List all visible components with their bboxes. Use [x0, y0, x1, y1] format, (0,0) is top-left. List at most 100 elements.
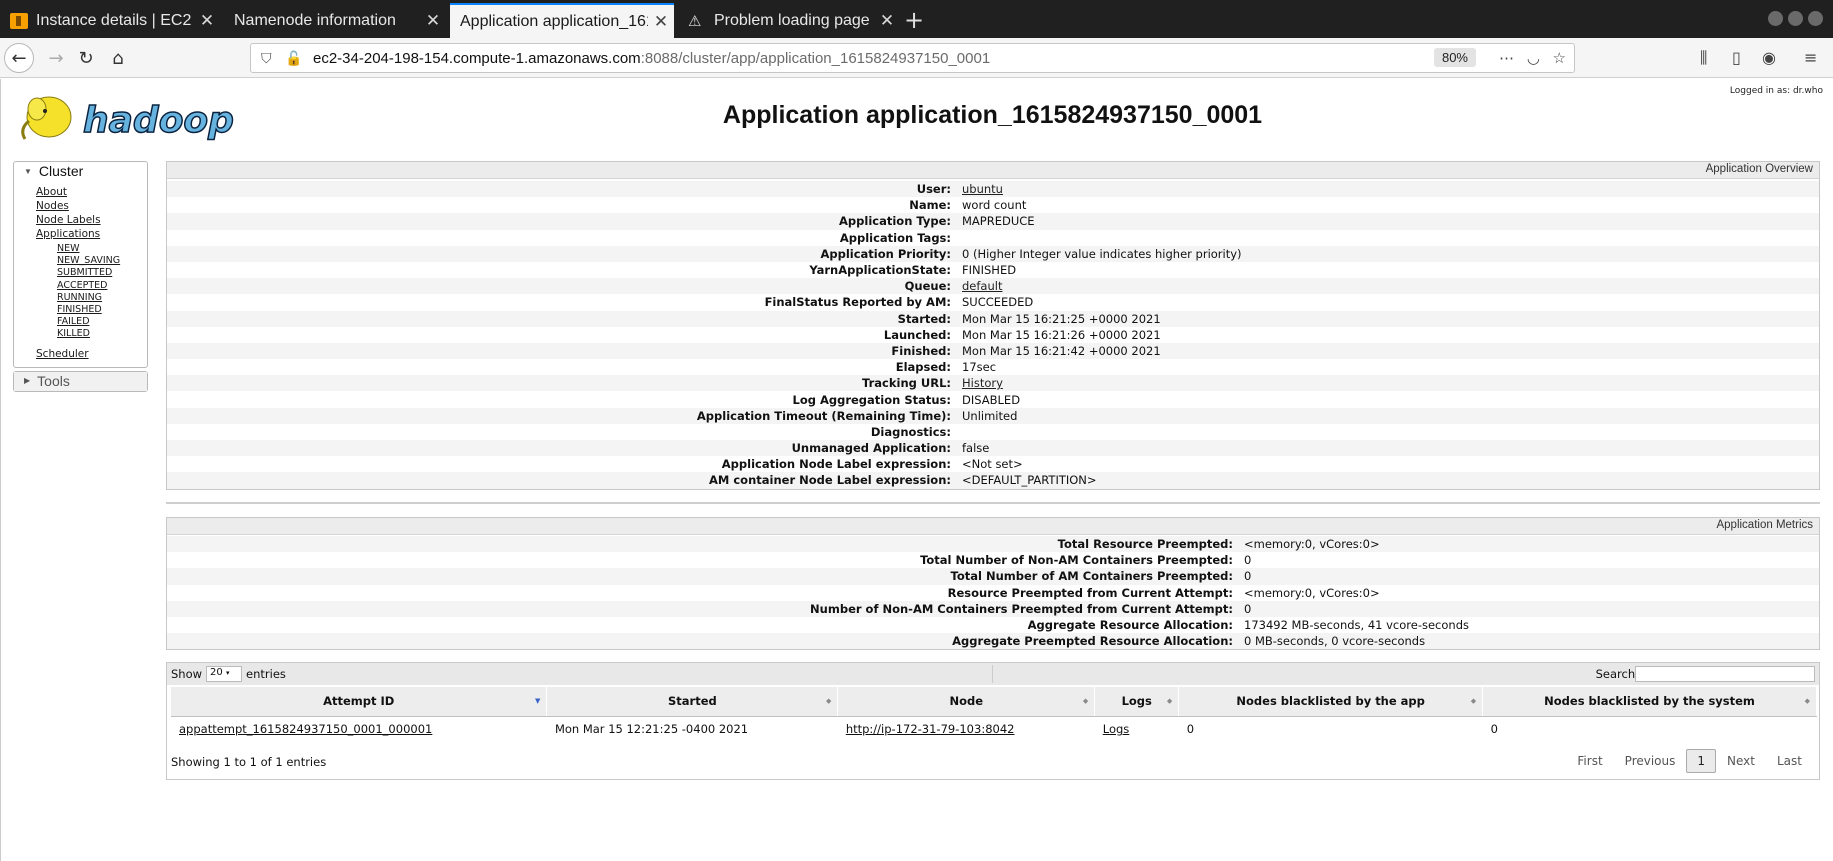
info-row: Started: Mon Mar 15 16:21:25 +0000 2021	[167, 310, 1819, 327]
reload-icon[interactable]: ↻	[72, 44, 100, 72]
info-value-link[interactable]: History	[962, 376, 1003, 390]
search-label: Search:	[1595, 667, 1639, 681]
sidebar-link-state-failed[interactable]: FAILED	[57, 316, 147, 328]
pager-previous-button[interactable]: Previous	[1614, 749, 1687, 773]
info-value: MAPREDUCE	[962, 214, 1035, 229]
sidebar-link-state-killed[interactable]: KILLED	[57, 328, 147, 340]
info-row: YarnApplicationState: FINISHED	[167, 262, 1819, 278]
sidebar-toggle-icon[interactable]: ▯	[1732, 48, 1741, 67]
info-value: 0	[1244, 553, 1252, 568]
info-row: Number of Non-AM Containers Preempted fr…	[167, 600, 1819, 617]
column-header-logs[interactable]: Logs ◆	[1094, 687, 1180, 717]
attempts-table-toolbar: Show 20 ▾ entries Search:	[167, 663, 1819, 685]
sort-icon: ◆	[1804, 697, 1810, 705]
info-value: Mon Mar 15 16:21:26 +0000 2021	[962, 327, 1161, 342]
tab-problem-loading[interactable]: ⚠ Problem loading page ✕	[678, 3, 900, 38]
info-row: AM container Node Label expression: <DEFA…	[167, 472, 1819, 489]
info-key: Launched:	[883, 327, 951, 342]
sidebar-link-state-submitted[interactable]: SUBMITTED	[57, 267, 147, 279]
aws-box-icon	[10, 12, 28, 29]
sidebar-link-state-accepted[interactable]: ACCEPTED	[57, 280, 147, 292]
column-label: Nodes blacklisted by the system	[1544, 694, 1755, 709]
close-icon[interactable]: ✕	[194, 11, 220, 31]
info-row: Aggregate Resource Allocation: 173492 MB-…	[167, 617, 1819, 633]
shield-icon[interactable]: ⛉	[261, 50, 272, 67]
menu-icon[interactable]: ≡	[1804, 48, 1817, 67]
info-key: Total Number of AM Containers Preempted:	[950, 569, 1233, 584]
tab-label: Problem loading page	[714, 11, 870, 29]
node-link[interactable]: http://ip-172-31-79-103:8042	[838, 716, 1095, 742]
nodes-blacklisted-app-cell: 0	[1186, 722, 1195, 737]
back-arrow-icon[interactable]: ←	[4, 43, 34, 73]
section-divider	[166, 502, 1820, 504]
sidebar-link-scheduler[interactable]: Scheduler	[36, 347, 147, 361]
sidebar-tools-section[interactable]: ▶ Tools	[13, 370, 148, 392]
column-header-started[interactable]: Started ◆	[546, 687, 839, 717]
sidebar-tools-header[interactable]: ▶ Tools	[14, 371, 147, 391]
maximize-window-button[interactable]	[1788, 11, 1803, 26]
new-tab-button[interactable]: +	[904, 6, 924, 34]
info-key: Diagnostics:	[870, 424, 951, 439]
sidebar-link-state-new-saving[interactable]: NEW_SAVING	[57, 255, 147, 267]
info-key: Application Node Label expression:	[721, 457, 951, 472]
page-actions-icon[interactable]: ⋯	[1499, 49, 1514, 67]
page-size-select[interactable]: 20 ▾	[206, 666, 243, 682]
tab-label: Application application_161	[460, 12, 648, 30]
pocket-icon[interactable]: ◡	[1527, 49, 1540, 67]
sort-desc-icon: ▼	[535, 697, 541, 705]
attempts-table: Attempt ID ▼ Started ◆ Node ◆ Logs ◆ Nodes b…	[171, 687, 1817, 742]
forward-arrow-icon[interactable]: →	[42, 44, 70, 72]
sidebar-link-applications[interactable]: Applications	[36, 227, 147, 241]
nodes-blacklisted-system-cell: 0	[1490, 722, 1498, 737]
tab-namenode[interactable]: Namenode information ✕	[224, 3, 446, 38]
tab-application[interactable]: Application application_161 ✕	[450, 3, 674, 38]
application-metrics-panel: Application Metrics Total Resource Preem…	[166, 517, 1820, 650]
info-value: <DEFAULT_PARTITION>	[962, 473, 1097, 488]
pager-next-button[interactable]: Next	[1716, 749, 1766, 773]
insecure-lock-icon[interactable]: 🔓	[285, 50, 302, 67]
pager-first-button[interactable]: First	[1566, 749, 1613, 773]
sidebar-tools-title: Tools	[37, 372, 70, 389]
info-key: User:	[916, 182, 951, 197]
column-header-attempt-id[interactable]: Attempt ID ▼	[171, 687, 548, 717]
info-value: 17sec	[962, 360, 997, 375]
info-key: Aggregate Preempted Resource Allocation:	[952, 634, 1233, 649]
home-icon[interactable]: ⌂	[104, 44, 132, 72]
info-value-link[interactable]: ubuntu	[962, 182, 1003, 196]
minimize-window-button[interactable]	[1768, 11, 1783, 26]
account-icon[interactable]: ◉	[1762, 48, 1776, 67]
close-window-button[interactable]	[1808, 11, 1823, 26]
info-key: Application Priority:	[820, 246, 951, 261]
pager-current-page[interactable]: 1	[1686, 749, 1717, 773]
sidebar-link-state-finished[interactable]: FINISHED	[57, 304, 147, 316]
logs-link[interactable]: Logs	[1095, 716, 1179, 742]
library-icon[interactable]: ⫼	[1700, 48, 1707, 68]
sidebar-link-state-running[interactable]: RUNNING	[57, 292, 147, 304]
close-icon[interactable]: ✕	[420, 11, 446, 31]
sidebar-cluster-header[interactable]: ▼ Cluster	[14, 162, 147, 181]
bookmark-star-icon[interactable]: ☆	[1553, 49, 1566, 67]
info-value: 0	[1244, 569, 1252, 584]
sidebar-link-node-labels[interactable]: Node Labels	[36, 213, 147, 227]
zoom-level-badge[interactable]: 80%	[1433, 48, 1476, 67]
url-bar[interactable]: ⛉ 🔓 ec2-34-204-198-154.compute-1.amazona…	[250, 43, 1575, 73]
attempt-id-link[interactable]: appattempt_1615824937150_0001_000001	[171, 716, 547, 742]
search-input[interactable]	[1635, 666, 1815, 682]
sidebar-link-nodes[interactable]: Nodes	[36, 199, 147, 213]
column-header-node[interactable]: Node ◆	[837, 687, 1096, 717]
info-row: Total Number of AM Containers Preempted:…	[167, 568, 1819, 585]
sidebar-link-about[interactable]: About	[36, 185, 147, 199]
sidebar-link-state-new[interactable]: NEW	[57, 243, 147, 255]
info-row: Tracking URL: History	[167, 375, 1819, 392]
pager-last-button[interactable]: Last	[1766, 749, 1813, 773]
info-value: Unlimited	[962, 408, 1018, 423]
close-icon[interactable]: ✕	[648, 12, 674, 32]
tab-ec2-instance[interactable]: Instance details | EC2 Ma ✕	[0, 3, 220, 38]
column-header-nodes-blacklisted-system[interactable]: Nodes blacklisted by the system ◆	[1482, 687, 1817, 717]
close-icon[interactable]: ✕	[874, 11, 900, 31]
info-value: word count	[962, 198, 1027, 213]
pagination: First Previous 1 Next Last	[1566, 749, 1813, 773]
info-value-link[interactable]: default	[962, 279, 1002, 293]
column-header-nodes-blacklisted-app[interactable]: Nodes blacklisted by the app ◆	[1178, 687, 1484, 717]
show-label: Show	[171, 667, 203, 681]
